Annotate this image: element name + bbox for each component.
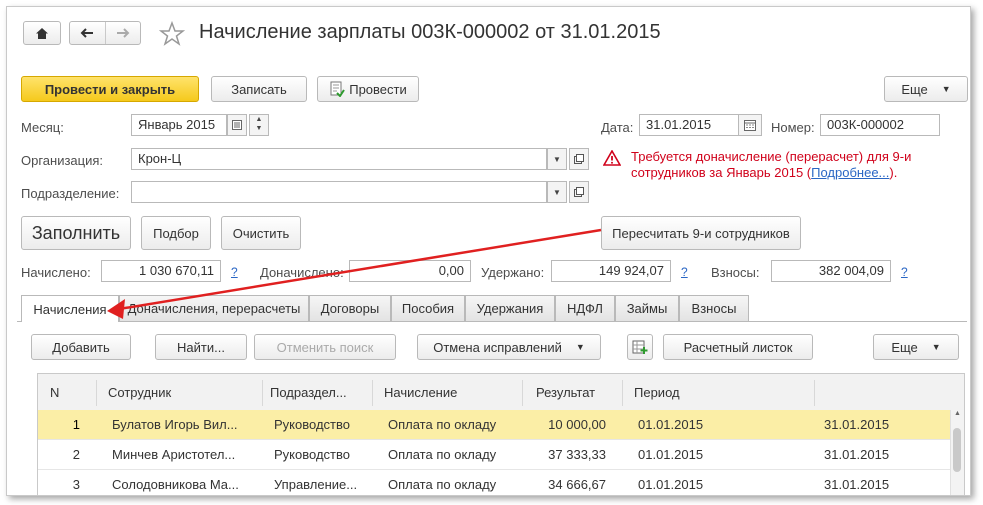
annotation-arrow [107, 228, 602, 319]
document-window: Начисление зарплаты 003К-000002 от 31.01… [6, 6, 971, 496]
